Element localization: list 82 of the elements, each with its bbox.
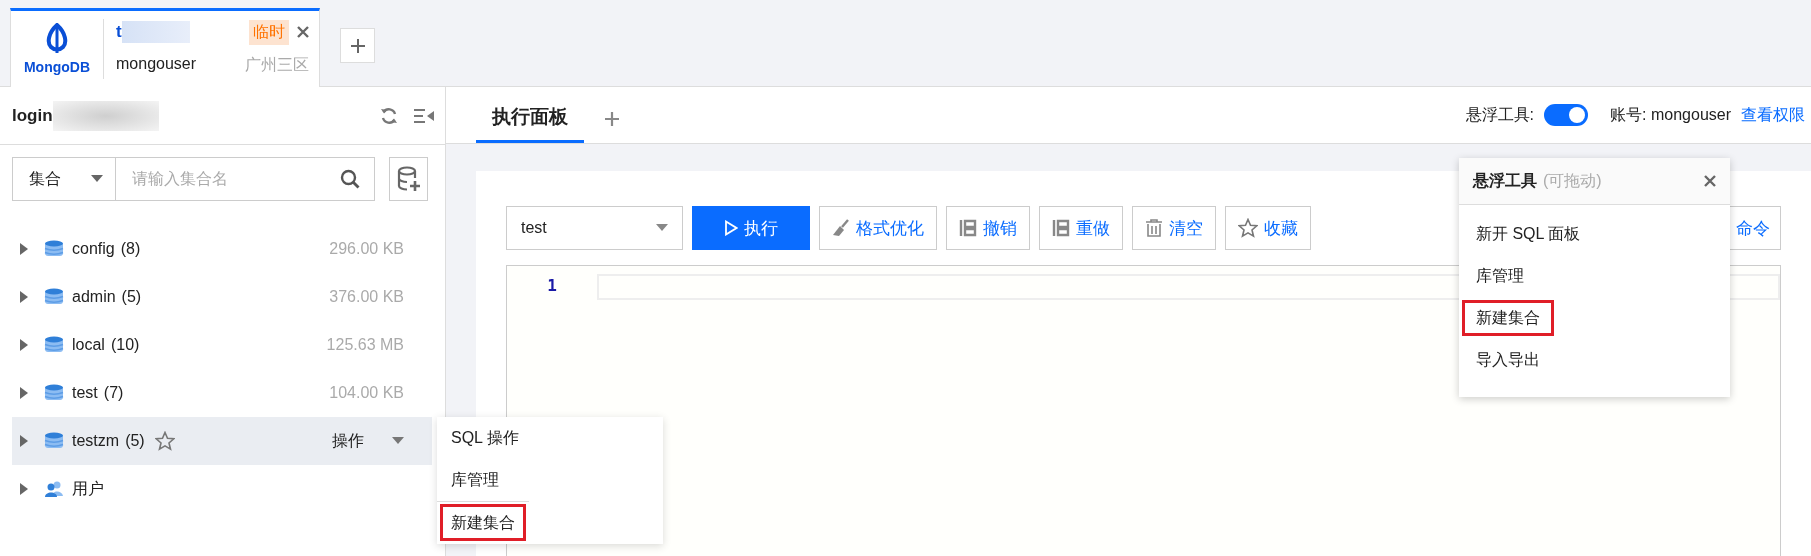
- line-number: 1: [547, 276, 557, 295]
- add-connection-button[interactable]: [340, 28, 375, 63]
- expand-arrow-icon: [20, 291, 28, 303]
- collapse-icon[interactable]: [413, 106, 435, 125]
- history-icon: [959, 219, 977, 237]
- size-label: 104.00 KB: [329, 384, 404, 402]
- star-icon: [1238, 218, 1258, 238]
- users-icon: [44, 480, 64, 498]
- actions-menu-trigger[interactable]: 操作: [332, 430, 364, 452]
- panel-hint: (可拖动): [1543, 170, 1602, 191]
- tree-item-name: config: [72, 240, 115, 258]
- caret-icon: [656, 224, 668, 232]
- tree-item-name: testzm: [72, 432, 120, 450]
- item-count: (5): [125, 432, 145, 450]
- close-icon[interactable]: [1704, 175, 1716, 187]
- tree-item[interactable]: admin (5) 376.00 KB: [12, 273, 432, 321]
- expand-arrow-icon: [20, 435, 28, 447]
- float-tool-label: 悬浮工具:: [1465, 104, 1535, 125]
- connection-user: mongouser: [116, 55, 197, 74]
- database-select[interactable]: test: [506, 206, 683, 250]
- instance-title: login: [12, 105, 53, 126]
- add-tab-icon[interactable]: [604, 110, 620, 127]
- logo-label: MongoDB: [23, 59, 91, 75]
- expand-arrow-icon: [20, 243, 28, 255]
- close-icon[interactable]: [297, 26, 309, 38]
- database-icon: [44, 432, 64, 450]
- blurred-block: [121, 21, 190, 43]
- size-label: 376.00 KB: [329, 288, 404, 306]
- expand-arrow-icon: [20, 339, 28, 351]
- tree-item[interactable]: local (10) 125.63 MB: [12, 321, 432, 369]
- item-count: (5): [121, 288, 142, 306]
- tree-item-name: 用户: [72, 478, 104, 499]
- toolbar-button[interactable]: 执行: [692, 206, 810, 250]
- toolbar-button[interactable]: 格式优化: [819, 206, 937, 250]
- database-icon: [44, 288, 64, 306]
- item-count: (8): [120, 240, 141, 258]
- menu-item[interactable]: 新建集合: [437, 501, 529, 544]
- connection-name: t: [116, 22, 122, 42]
- database-icon: [44, 240, 64, 258]
- temporary-badge: 临时: [249, 19, 289, 45]
- refresh-icon[interactable]: [379, 105, 399, 126]
- tree-item[interactable]: config (8) 296.00 KB: [12, 225, 432, 273]
- float-tool-toggle[interactable]: [1544, 104, 1589, 126]
- item-count: (10): [110, 336, 140, 354]
- star-icon[interactable]: [154, 431, 175, 451]
- account-label: 账号: mongouser: [1610, 104, 1731, 125]
- toolbar-button[interactable]: 重做: [1039, 206, 1123, 250]
- trash-icon: [1145, 219, 1163, 237]
- caret-icon: [392, 437, 404, 445]
- size-label: 296.00 KB: [329, 240, 404, 258]
- toolbar-button[interactable]: 撤销: [946, 206, 1030, 250]
- tree-item[interactable]: 用户: [12, 465, 432, 513]
- database-plus-icon: [396, 166, 421, 192]
- menu-item[interactable]: 新建集合: [1459, 297, 1557, 339]
- toolbar-button[interactable]: 清空: [1132, 206, 1216, 250]
- expand-arrow-icon: [20, 483, 28, 495]
- play-icon: [724, 220, 738, 236]
- tree-item-name: test: [72, 384, 98, 402]
- plus-icon: [350, 38, 365, 53]
- size-label: 125.63 MB: [326, 336, 404, 354]
- tree-item-name: admin: [72, 288, 116, 306]
- broom-icon: [832, 219, 850, 237]
- connection-region: 广州三区: [245, 55, 309, 75]
- item-count: (7): [103, 384, 124, 402]
- history-icon: [1052, 219, 1070, 237]
- database-icon: [44, 384, 64, 402]
- search-icon: [340, 169, 360, 189]
- expand-arrow-icon: [20, 387, 28, 399]
- add-collection-button[interactable]: [389, 157, 428, 201]
- connection-tab[interactable]: MongoDB t 临时 mongouser 广州三区: [10, 8, 320, 87]
- leaf-logo-icon: [44, 23, 70, 53]
- view-permissions-link[interactable]: 查看权限: [1741, 104, 1805, 126]
- search-box[interactable]: 请输入集合名: [116, 157, 375, 201]
- tree-item[interactable]: test (7) 104.00 KB: [12, 369, 432, 417]
- filter-type-select[interactable]: 集合: [12, 157, 116, 201]
- menu-item[interactable]: 导入导出: [1459, 339, 1730, 381]
- tree-item-name: local: [72, 336, 105, 354]
- panel-title: 悬浮工具: [1473, 170, 1537, 191]
- toolbar-button[interactable]: 收藏: [1225, 206, 1311, 250]
- panel-tab[interactable]: 执行面板: [476, 104, 584, 143]
- database-icon: [44, 336, 64, 354]
- caret-icon: [91, 175, 103, 183]
